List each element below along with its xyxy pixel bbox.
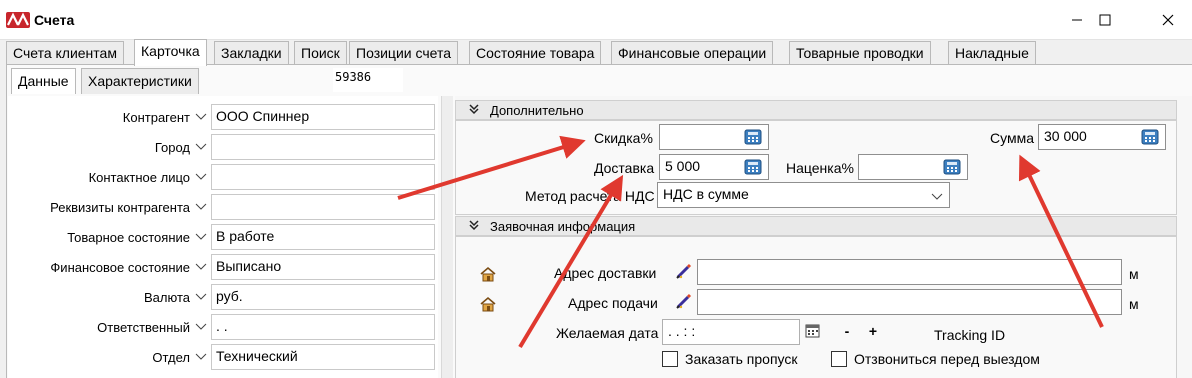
- chevron-down-icon[interactable]: [191, 316, 211, 338]
- responsible-field[interactable]: . .: [211, 314, 435, 340]
- window-title: Счета: [34, 12, 75, 28]
- form-row-department: Отдел Технический: [8, 344, 438, 370]
- currency-label: Валюта: [144, 290, 190, 305]
- currency-field[interactable]: руб.: [211, 284, 435, 310]
- desired-date-label: Желаемая дата: [556, 325, 659, 341]
- edit-pen-icon[interactable]: [675, 262, 693, 280]
- finance-state-label: Финансовое состояние: [50, 260, 190, 275]
- order-pass-checkbox[interactable]: [662, 351, 678, 367]
- discount-field[interactable]: [659, 124, 769, 150]
- contact-label: Контактное лицо: [88, 170, 190, 185]
- counterparty-label: Контрагент: [122, 110, 190, 125]
- pickup-address-unit: м: [1129, 296, 1139, 312]
- markup-field[interactable]: [858, 154, 968, 180]
- subtab-characteristics[interactable]: Характеристики: [81, 68, 199, 94]
- goods-state-field[interactable]: В работе: [211, 224, 435, 250]
- finance-state-field[interactable]: Выписано: [211, 254, 435, 280]
- tab-invoices-clients[interactable]: Счета клиентам: [6, 41, 124, 65]
- call-before-checkbox[interactable]: [831, 351, 847, 367]
- markup-label: Наценка%: [786, 160, 854, 176]
- form-row-responsible: Ответственный . .: [8, 314, 438, 340]
- date-decrement-button[interactable]: -: [840, 323, 854, 339]
- sum-field[interactable]: 30 000: [1038, 124, 1166, 150]
- tab-waybills[interactable]: Накладные: [948, 41, 1036, 65]
- calendar-icon[interactable]: [805, 322, 821, 338]
- goods-state-label: Товарное состояние: [67, 230, 190, 245]
- request-section-header[interactable]: Заявочная информация: [455, 216, 1177, 236]
- form-row-contact: Контактное лицо: [8, 164, 438, 190]
- close-button[interactable]: [1145, 0, 1191, 40]
- city-label: Город: [154, 140, 190, 155]
- contact-field[interactable]: [211, 164, 435, 190]
- tab-bookmarks[interactable]: Закладки: [214, 41, 289, 65]
- tab-goods-postings[interactable]: Товарные проводки: [789, 41, 931, 65]
- panel-splitter[interactable]: [441, 96, 453, 378]
- subtab-data[interactable]: Данные: [11, 68, 76, 94]
- vat-method-select[interactable]: НДС в сумме: [657, 182, 950, 208]
- chevron-down-icon[interactable]: [191, 196, 211, 218]
- house-icon[interactable]: [480, 266, 496, 282]
- maximize-button[interactable]: [1082, 0, 1128, 40]
- counterparty-field[interactable]: ООО Спиннер: [211, 104, 435, 130]
- pickup-address-field[interactable]: [697, 289, 1122, 315]
- delivery-field[interactable]: 5 000: [659, 154, 769, 180]
- sum-label: Сумма: [990, 130, 1034, 146]
- form-row-goods-state: Товарное состояние В работе: [8, 224, 438, 250]
- house-icon[interactable]: [480, 296, 496, 312]
- discount-label: Скидка%: [594, 130, 653, 146]
- tab-search[interactable]: Поиск: [294, 41, 347, 65]
- calculator-icon[interactable]: [744, 159, 762, 175]
- tab-finance-ops[interactable]: Финансовые операции: [611, 41, 774, 65]
- chevron-down-icon[interactable]: [191, 226, 211, 248]
- delivery-address-field[interactable]: [697, 259, 1122, 285]
- chevron-down-icon[interactable]: [191, 136, 211, 158]
- collapse-chevron-icon[interactable]: [468, 103, 480, 118]
- delivery-label: Доставка: [594, 160, 655, 176]
- calculator-icon[interactable]: [943, 159, 961, 175]
- close-icon: [1162, 14, 1174, 26]
- chevron-down-icon[interactable]: [191, 286, 211, 308]
- title-bar: Счета: [0, 0, 1192, 40]
- record-id: 59386: [333, 68, 403, 92]
- calculator-icon[interactable]: [1141, 129, 1159, 145]
- delivery-address-label: Адрес доставки: [554, 265, 657, 281]
- collapse-chevron-icon[interactable]: [468, 219, 480, 234]
- calculator-icon[interactable]: [744, 129, 762, 145]
- form-row-finance-state: Финансовое состояние Выписано: [8, 254, 438, 280]
- department-label: Отдел: [152, 350, 190, 365]
- desired-date-field[interactable]: . . : :: [662, 319, 800, 345]
- chevron-down-icon[interactable]: [191, 346, 211, 368]
- edit-pen-icon[interactable]: [675, 292, 693, 310]
- pickup-address-label: Адрес подачи: [568, 295, 658, 311]
- order-pass-label: Заказать пропуск: [685, 351, 798, 367]
- additional-section-title: Дополнительно: [490, 103, 584, 118]
- vat-method-label: Метод расчета НДС: [525, 188, 655, 204]
- counterparty-form: Контрагент ООО Спиннер Город Контактное …: [8, 96, 438, 378]
- call-before-label: Отзвониться перед выездом: [854, 351, 1040, 367]
- maximize-icon: [1099, 14, 1111, 26]
- tab-card[interactable]: Карточка: [134, 39, 207, 66]
- tracking-id-label: Tracking ID: [934, 327, 1006, 343]
- chevron-down-icon: [931, 188, 943, 204]
- form-row-currency: Валюта руб.: [8, 284, 438, 310]
- form-row-counterparty: Контрагент ООО Спиннер: [8, 104, 438, 130]
- city-field[interactable]: [211, 134, 435, 160]
- app-logo-icon: [6, 12, 30, 28]
- tab-goods-state[interactable]: Состояние товара: [469, 41, 602, 65]
- chevron-down-icon[interactable]: [191, 166, 211, 188]
- department-field[interactable]: Технический: [211, 344, 435, 370]
- additional-section-header[interactable]: Дополнительно: [455, 100, 1177, 120]
- tab-invoice-items[interactable]: Позиции счета: [349, 41, 458, 65]
- date-increment-button[interactable]: +: [866, 323, 880, 339]
- form-row-city: Город: [8, 134, 438, 160]
- chevron-down-icon[interactable]: [191, 106, 211, 128]
- requisites-field[interactable]: [211, 194, 435, 220]
- responsible-label: Ответственный: [97, 320, 190, 335]
- request-section-title: Заявочная информация: [490, 219, 636, 234]
- form-row-requisites: Реквизиты контрагента: [8, 194, 438, 220]
- chevron-down-icon[interactable]: [191, 256, 211, 278]
- delivery-address-unit: м: [1129, 266, 1139, 282]
- requisites-label: Реквизиты контрагента: [50, 200, 190, 215]
